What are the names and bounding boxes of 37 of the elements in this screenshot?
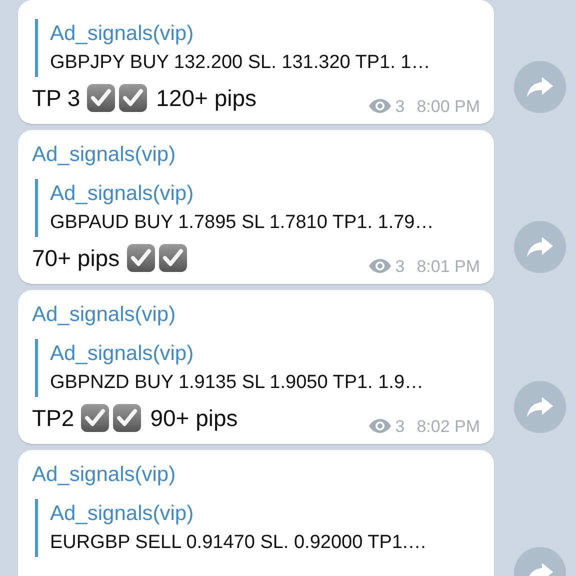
quote-text: GBPJPY BUY 132.200 SL. 131.320 TP1. 1… [50, 51, 432, 75]
check-mark-icon [158, 243, 188, 273]
quote-sender: Ad_signals(vip) [50, 501, 195, 527]
view-count: 3 [395, 256, 405, 278]
quote-sender: Ad_signals(vip) [50, 21, 195, 47]
result-text: TP2 [32, 404, 74, 433]
forward-button[interactable] [514, 381, 566, 433]
message-time: 8:00 PM [416, 96, 480, 118]
result-text: TP 3 [32, 84, 80, 113]
check-mark-icon [118, 83, 148, 113]
sender-name: Ad_signals(vip) [32, 142, 177, 168]
share-arrow-icon [527, 237, 553, 257]
forward-button[interactable] [514, 61, 566, 113]
result-text: 70+ pips [32, 244, 120, 273]
check-mark-icon [86, 83, 116, 113]
check-mark-icon [112, 403, 142, 433]
sender-name: Ad_signals(vip) [32, 462, 177, 488]
view-count: 3 [395, 416, 405, 438]
message-time: 8:02 PM [416, 416, 480, 438]
quote-text: GBPNZD BUY 1.9135 SL 1.9050 TP1. 1.9… [50, 371, 425, 395]
sender-name: Ad_signals(vip) [32, 302, 177, 328]
views-eye-icon [369, 99, 392, 114]
share-arrow-icon [527, 397, 553, 417]
check-mark-icon [80, 403, 110, 433]
message-time: 8:01 PM [416, 256, 480, 278]
result-text: 120+ pips [156, 84, 257, 113]
quote-text: EURGBP SELL 0.91470 SL. 0.92000 TP1.… [50, 531, 428, 555]
views-eye-icon [369, 419, 392, 434]
forward-button[interactable] [514, 221, 566, 273]
quote-sender: Ad_signals(vip) [50, 181, 195, 207]
views-eye-icon [369, 259, 392, 274]
result-text: 90+ pips [150, 404, 238, 433]
check-mark-icon [126, 243, 156, 273]
quote-sender: Ad_signals(vip) [50, 341, 195, 367]
quote-text: GBPAUD BUY 1.7895 SL 1.7810 TP1. 1.79… [50, 211, 435, 235]
view-count: 3 [395, 96, 405, 118]
share-arrow-icon [527, 77, 553, 97]
